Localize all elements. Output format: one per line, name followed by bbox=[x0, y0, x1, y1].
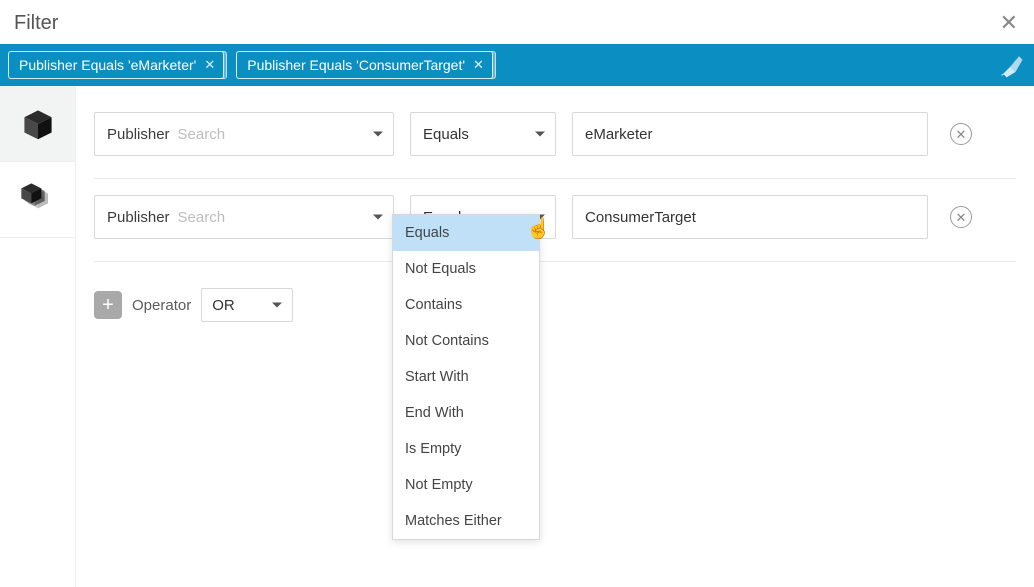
value-input[interactable] bbox=[585, 126, 915, 143]
clear-all-icon[interactable] bbox=[998, 51, 1026, 79]
filter-chip[interactable]: Publisher Equals 'eMarketer' ✕ bbox=[8, 51, 224, 79]
operator-option[interactable]: Start With bbox=[393, 359, 539, 395]
dialog-title: Filter bbox=[14, 12, 58, 35]
operator-value: Equals bbox=[423, 126, 469, 143]
combiner-select[interactable]: OR bbox=[201, 288, 293, 322]
dimension-block[interactable] bbox=[0, 162, 75, 238]
value-input-wrapper bbox=[572, 112, 928, 156]
operator-option[interactable]: Contains bbox=[393, 287, 539, 323]
chevron-down-icon bbox=[373, 215, 383, 220]
cube-icon bbox=[21, 107, 55, 141]
filter-chip-bar: Publisher Equals 'eMarketer' ✕ Publisher… bbox=[0, 44, 1034, 86]
attribute-select[interactable]: Publisher Search bbox=[94, 112, 394, 156]
operator-option[interactable]: End With bbox=[393, 395, 539, 431]
filter-row: Publisher Search Equals ✕ bbox=[94, 179, 1016, 262]
attribute-name: Publisher bbox=[107, 209, 170, 226]
operator-option[interactable]: Not Empty bbox=[393, 467, 539, 503]
operator-option[interactable]: Equals bbox=[393, 215, 539, 251]
attribute-name: Publisher bbox=[107, 126, 170, 143]
operator-select[interactable]: Equals bbox=[410, 112, 556, 156]
chip-remove-icon[interactable]: ✕ bbox=[473, 57, 484, 73]
delete-row-button[interactable]: ✕ bbox=[950, 206, 972, 228]
combiner-row: + Operator OR bbox=[94, 262, 1016, 322]
value-input-wrapper bbox=[572, 195, 928, 239]
cube-stack-icon bbox=[18, 180, 58, 220]
filter-chip[interactable]: Publisher Equals 'ConsumerTarget' ✕ bbox=[236, 51, 493, 79]
chevron-down-icon bbox=[535, 132, 545, 137]
dialog-header: Filter ✕ bbox=[0, 0, 1034, 44]
dimension-block[interactable] bbox=[0, 86, 75, 162]
combiner-label: Operator bbox=[132, 297, 191, 314]
dimension-rail bbox=[0, 86, 76, 587]
close-icon[interactable]: ✕ bbox=[998, 12, 1020, 34]
filter-row: Publisher Search Equals ✕ bbox=[94, 96, 1016, 179]
attribute-select[interactable]: Publisher Search bbox=[94, 195, 394, 239]
operator-option[interactable]: Is Empty bbox=[393, 431, 539, 467]
chevron-down-icon bbox=[272, 303, 282, 308]
operator-dropdown: EqualsNot EqualsContainsNot ContainsStar… bbox=[392, 214, 540, 540]
combiner-value: OR bbox=[212, 297, 235, 314]
filter-chip-label: Publisher Equals 'ConsumerTarget' bbox=[247, 57, 465, 73]
chevron-down-icon bbox=[373, 132, 383, 137]
operator-option[interactable]: Matches Either bbox=[393, 503, 539, 539]
add-filter-button[interactable]: + bbox=[94, 291, 122, 319]
attribute-search-placeholder: Search bbox=[178, 209, 226, 226]
value-input[interactable] bbox=[585, 209, 915, 226]
chip-remove-icon[interactable]: ✕ bbox=[204, 57, 215, 73]
delete-row-button[interactable]: ✕ bbox=[950, 123, 972, 145]
filter-builder: Publisher Search Equals ✕ Publisher Sear… bbox=[76, 86, 1034, 587]
filter-chip-label: Publisher Equals 'eMarketer' bbox=[19, 57, 196, 73]
attribute-search-placeholder: Search bbox=[178, 126, 226, 143]
operator-option[interactable]: Not Contains bbox=[393, 323, 539, 359]
operator-option[interactable]: Not Equals bbox=[393, 251, 539, 287]
